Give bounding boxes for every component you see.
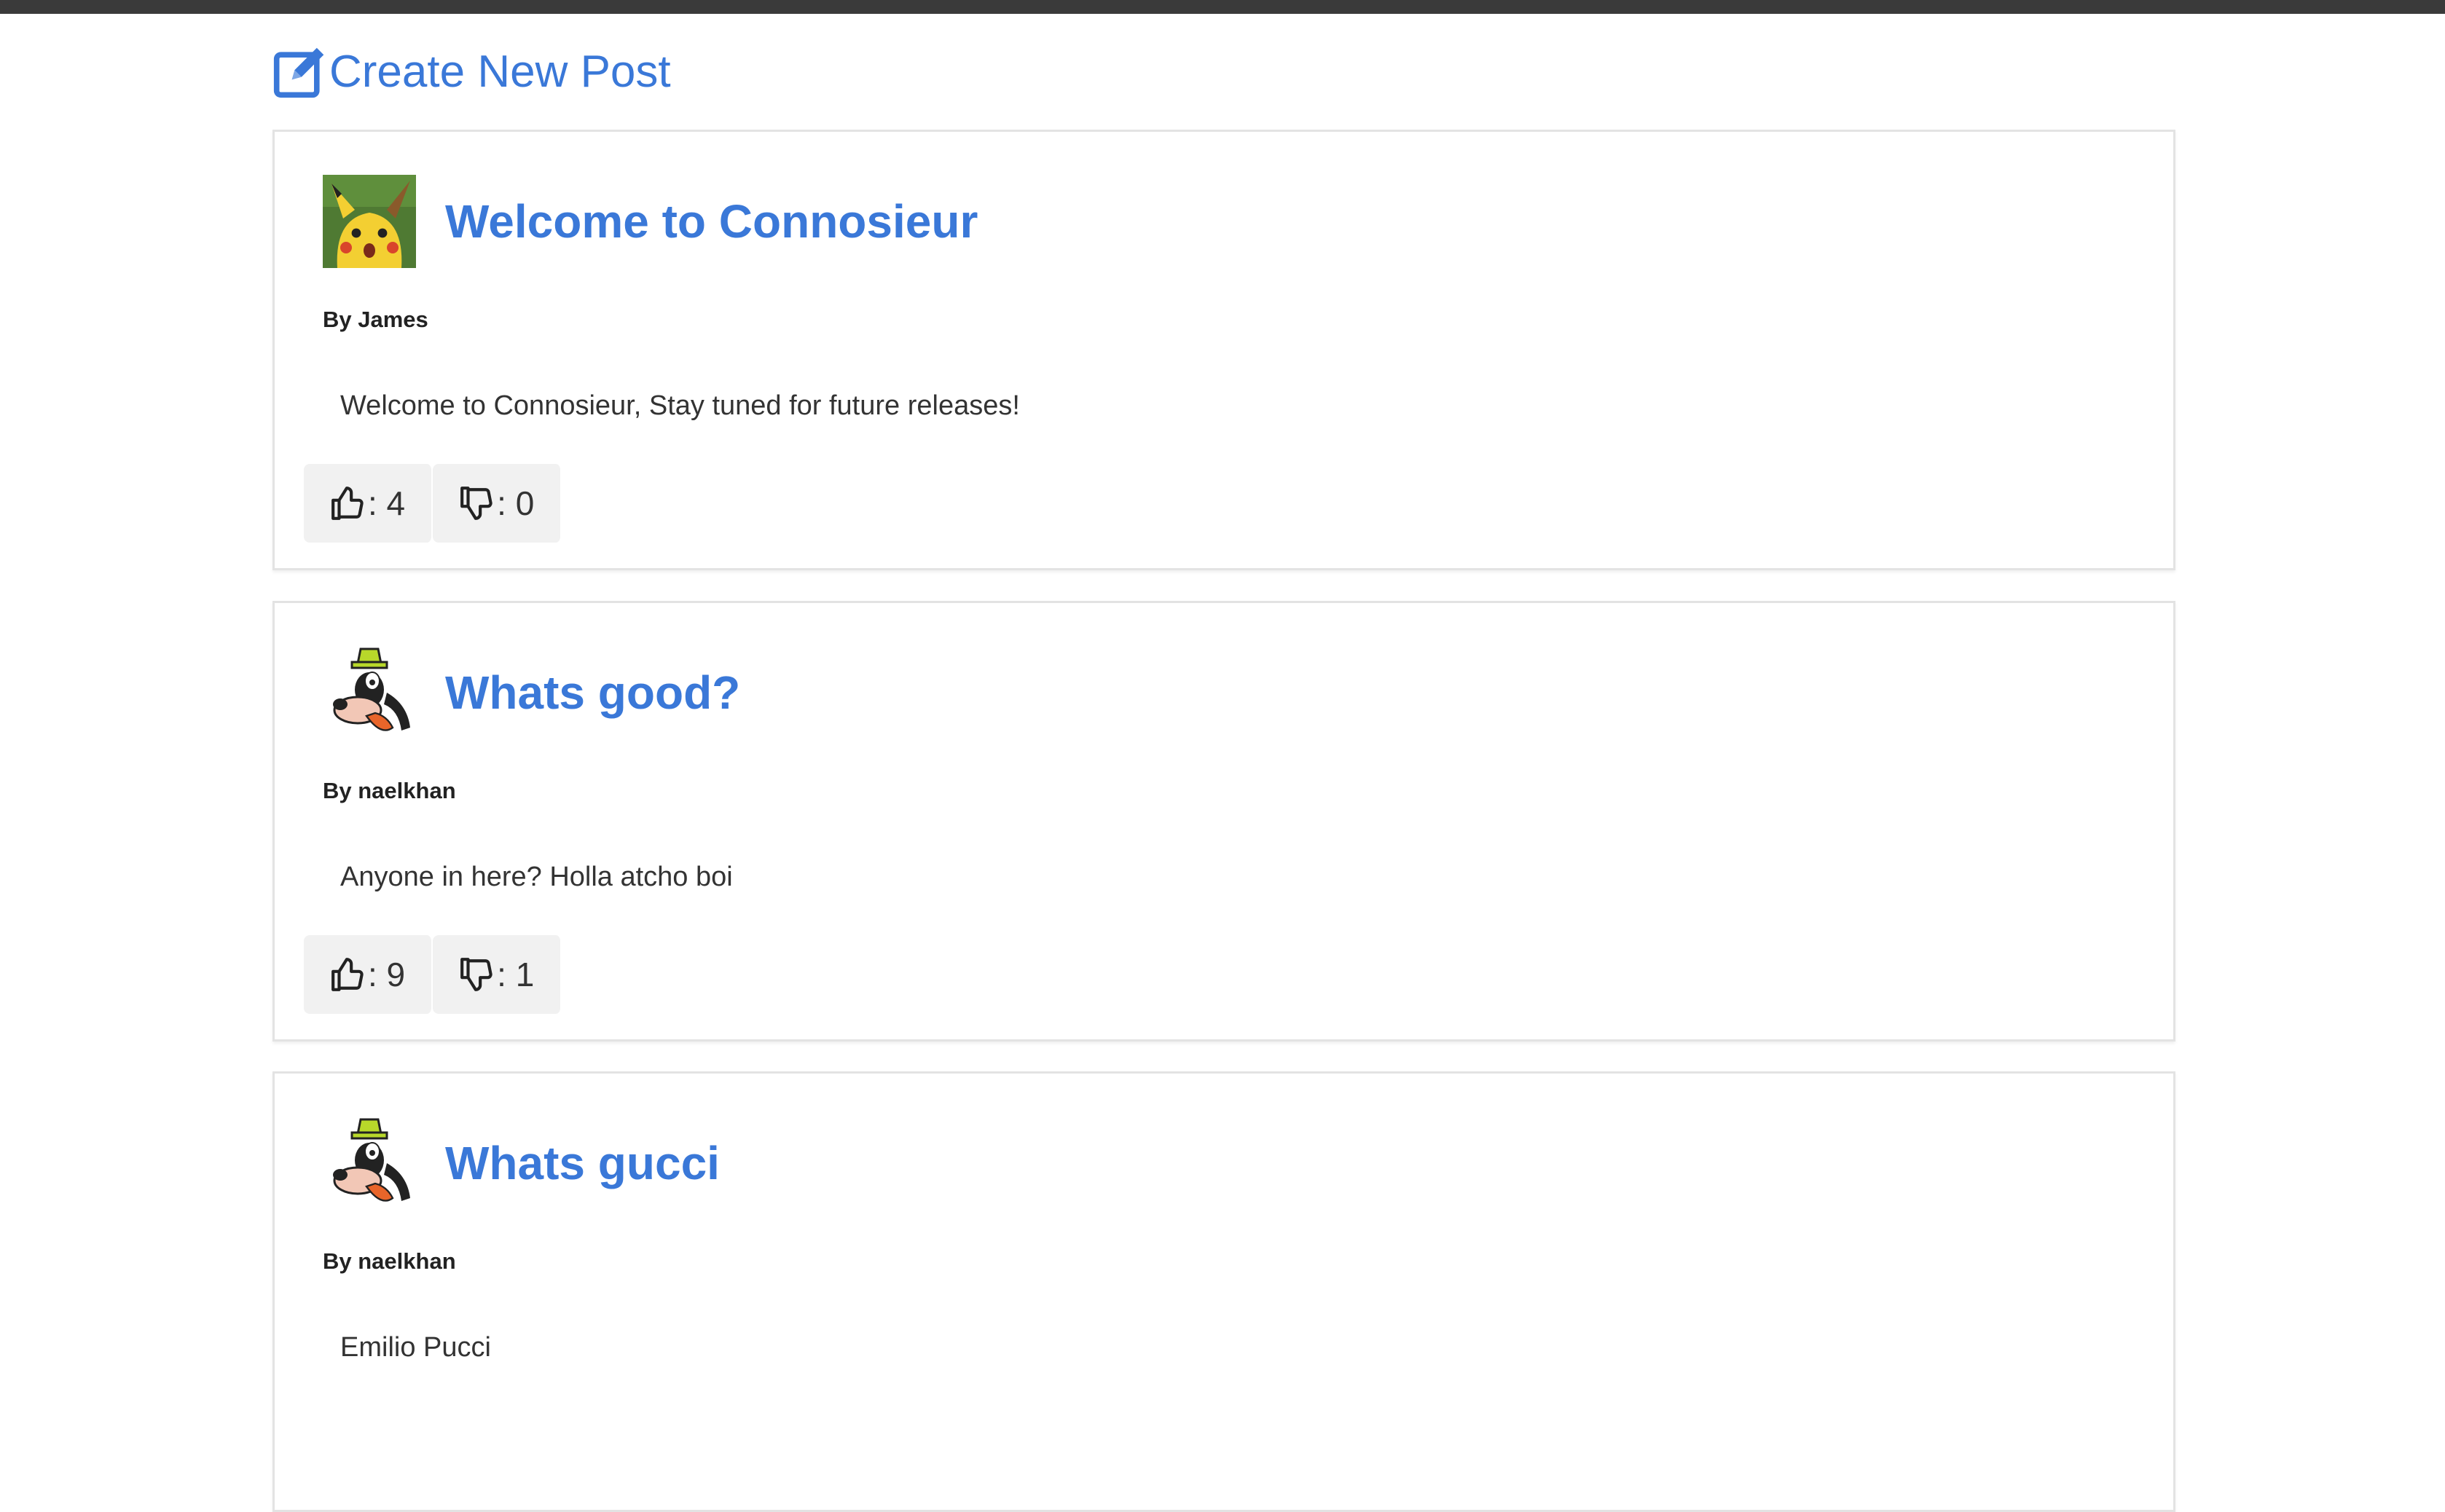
post-card: Whats gucci By naelkhan Emilio Pucci — [272, 1071, 2175, 1512]
thumbs-down-icon — [460, 487, 492, 520]
vote-row: : 9 : 1 — [304, 935, 562, 1014]
post-header: Welcome to Connosieur — [323, 174, 978, 269]
create-post-link[interactable]: Create New Post — [272, 42, 671, 101]
post-author: By naelkhan — [323, 778, 456, 803]
like-button[interactable]: : 4 — [304, 464, 433, 543]
create-post-label[interactable]: Create New Post — [329, 46, 671, 98]
post-title[interactable]: Welcome to Connosieur — [445, 194, 978, 248]
like-count: : 9 — [368, 956, 406, 993]
dislike-count: : 0 — [497, 484, 535, 522]
top-bar — [0, 0, 2445, 14]
pikachu-avatar — [323, 175, 416, 268]
like-count: : 4 — [368, 484, 406, 522]
post-body: Anyone in here? Holla atcho boi — [340, 862, 733, 892]
post-card: Welcome to Connosieur By James Welcome t… — [272, 130, 2175, 570]
post-author: By naelkhan — [323, 1248, 456, 1274]
thumbs-up-icon — [331, 958, 364, 991]
post-body: Emilio Pucci — [340, 1332, 491, 1363]
thumbs-up-icon — [331, 487, 364, 520]
post-header: Whats good? — [323, 645, 740, 740]
post-title[interactable]: Whats gucci — [445, 1136, 720, 1190]
edit-icon — [272, 44, 328, 99]
post-card: Whats good? By naelkhan Anyone in here? … — [272, 601, 2175, 1042]
dislike-button[interactable]: : 1 — [433, 935, 562, 1014]
thumbs-down-icon — [460, 958, 492, 991]
post-author: By James — [323, 307, 428, 332]
goofy-avatar — [323, 646, 416, 739]
goofy-avatar — [323, 1117, 416, 1210]
dislike-count: : 1 — [497, 956, 535, 993]
post-body: Welcome to Connosieur, Stay tuned for fu… — [340, 390, 1020, 421]
vote-row: : 4 : 0 — [304, 464, 562, 543]
post-header: Whats gucci — [323, 1116, 720, 1210]
dislike-button[interactable]: : 0 — [433, 464, 562, 543]
post-title[interactable]: Whats good? — [445, 666, 740, 720]
like-button[interactable]: : 9 — [304, 935, 433, 1014]
